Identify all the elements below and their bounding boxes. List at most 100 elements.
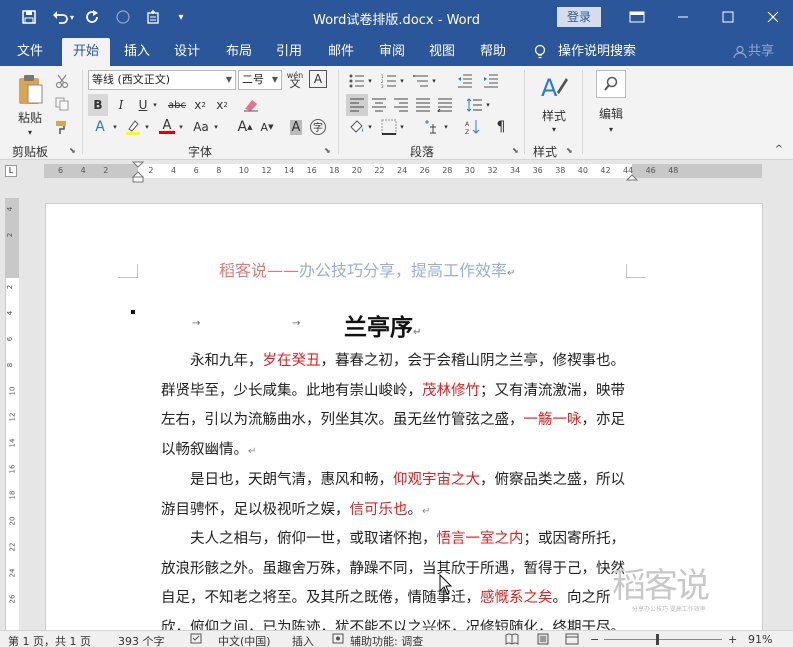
zoom-slider-thumb[interactable]: [656, 634, 660, 645]
font-name-select[interactable]: 等线 (西文正文) ▼: [88, 70, 236, 90]
sort-icon[interactable]: AZ: [462, 116, 484, 138]
char-border-icon[interactable]: A: [309, 70, 327, 88]
paragraph[interactable]: 永和九年，岁在癸丑，暮春之初，会于会稽山阴之兰亭，修禊事也。群贤毕至，少长咸集。…: [161, 347, 631, 466]
paragraph[interactable]: 是日也，天朗气清，惠风和畅，仰观宇宙之大，俯察品类之盛，所以游目骋怀，足以极视听…: [161, 466, 631, 526]
font-size-select[interactable]: 二号 ▼: [238, 70, 282, 90]
new-doc-icon[interactable]: [140, 0, 166, 34]
tab-design[interactable]: 设计: [166, 38, 208, 66]
paragraph[interactable]: 夫人之相与，俯仰一世，或取诸怀抱，悟言一室之内；或因寄所托，放浪形骸之外。虽趣舍…: [161, 525, 631, 632]
font-color-dropdown-icon[interactable]: ▾: [176, 116, 186, 138]
superscript-button[interactable]: x2: [212, 94, 232, 116]
font-color-icon[interactable]: A: [156, 116, 178, 138]
text-effects-dropdown-icon[interactable]: ▾: [110, 116, 120, 138]
grow-font-button[interactable]: A ▲: [236, 116, 254, 138]
paste-icon[interactable]: [10, 72, 50, 108]
tab-help[interactable]: 帮助: [472, 38, 514, 66]
spelling-icon[interactable]: [190, 633, 202, 647]
paragraph-launcher-icon[interactable]: ⬊: [512, 146, 519, 155]
share-person-icon[interactable]: [730, 38, 750, 66]
zoom-slider[interactable]: [604, 639, 722, 640]
change-case-dropdown-icon[interactable]: ▾: [211, 116, 221, 138]
char-shading-icon[interactable]: A: [286, 116, 306, 138]
tab-layout[interactable]: 布局: [218, 38, 260, 66]
clipboard-launcher-icon[interactable]: ⬊: [69, 146, 76, 155]
highlight-dropdown-icon[interactable]: ▾: [142, 116, 152, 138]
distributed-icon[interactable]: [434, 94, 456, 116]
align-center-icon[interactable]: [368, 94, 390, 116]
search-icon[interactable]: [596, 70, 626, 98]
accessibility-status[interactable]: 辅助功能: 调查: [350, 633, 423, 647]
read-mode-icon[interactable]: [505, 633, 519, 647]
ribbon-display-icon[interactable]: [617, 0, 657, 34]
word-count[interactable]: 393 个字: [118, 633, 165, 647]
phonetic-guide-icon[interactable]: wén 文: [284, 69, 306, 91]
styles-dropdown-icon[interactable]: ▾: [546, 118, 562, 140]
zoom-level[interactable]: 91%: [748, 633, 772, 646]
paste-dropdown-icon[interactable]: ▾: [22, 121, 38, 143]
format-painter-icon[interactable]: [52, 116, 72, 138]
show-marks-icon[interactable]: ¶: [490, 116, 512, 138]
copy-icon[interactable]: [52, 93, 72, 115]
align-right-icon[interactable]: [390, 94, 412, 116]
numbering-dropdown-icon[interactable]: ▾: [398, 70, 406, 92]
tab-mailings[interactable]: 邮件: [320, 38, 362, 66]
line-spacing-dropdown-icon[interactable]: ▾: [484, 94, 492, 116]
tab-selector-icon[interactable]: L: [5, 165, 17, 177]
print-layout-icon[interactable]: [536, 633, 550, 647]
redo-icon[interactable]: [80, 0, 106, 34]
minimize-icon[interactable]: [663, 0, 703, 34]
change-case-button[interactable]: Aa: [190, 116, 212, 138]
chinese-layout-icon[interactable]: [422, 116, 444, 138]
page-count[interactable]: 第 1 页，共 1 页: [8, 633, 91, 647]
underline-dropdown-icon[interactable]: ▾: [150, 94, 160, 116]
tab-insert[interactable]: 插入: [116, 38, 158, 66]
tab-view[interactable]: 视图: [421, 38, 463, 66]
maximize-icon[interactable]: [708, 0, 748, 34]
web-layout-icon[interactable]: [565, 633, 579, 647]
multilevel-list-icon[interactable]: [410, 70, 432, 92]
line-spacing-icon[interactable]: [464, 94, 486, 116]
insert-mode[interactable]: 插入: [292, 633, 314, 647]
save-icon[interactable]: [16, 0, 42, 34]
close-icon[interactable]: [753, 0, 793, 34]
borders-dropdown-icon[interactable]: ▾: [398, 116, 406, 138]
collapse-ribbon-icon[interactable]: ^: [772, 138, 786, 160]
editing-dropdown-icon[interactable]: ▾: [603, 118, 619, 140]
borders-icon[interactable]: [378, 116, 400, 138]
bold-button[interactable]: B: [88, 94, 108, 116]
document-title-text[interactable]: 兰亭序↵: [344, 308, 421, 342]
horizontal-ruler[interactable]: L 6 4 2 2 4 6 8 10 12 14 16 18 20 22 24 26 28 30 32 34 36 38 4…: [0, 160, 793, 183]
cut-icon[interactable]: [52, 70, 72, 92]
shrink-font-button[interactable]: A ▼: [258, 116, 276, 138]
align-left-icon[interactable]: [346, 94, 368, 116]
share-button[interactable]: 共享: [748, 38, 778, 66]
strikethrough-button[interactable]: abc: [164, 94, 190, 116]
tab-review[interactable]: 审阅: [371, 38, 413, 66]
font-launcher-icon[interactable]: ⬊: [324, 146, 331, 155]
zoom-out-icon[interactable]: −: [590, 633, 599, 646]
right-indent-marker-icon[interactable]: [626, 171, 638, 181]
bullets-icon[interactable]: [346, 70, 368, 92]
tab-file[interactable]: 文件: [8, 38, 52, 66]
chinese-layout-dropdown-icon[interactable]: ▾: [442, 116, 450, 138]
enclose-char-icon[interactable]: 字: [308, 116, 328, 138]
italic-button[interactable]: I: [112, 94, 130, 116]
tell-me-search[interactable]: 操作说明搜索: [558, 38, 638, 66]
bullets-dropdown-icon[interactable]: ▾: [366, 70, 374, 92]
undo-dropdown-icon[interactable]: ▾: [66, 0, 78, 34]
highlight-color-icon[interactable]: [122, 116, 144, 138]
increase-indent-icon[interactable]: [480, 70, 502, 92]
text-effects-icon[interactable]: A: [88, 116, 112, 138]
styles-launcher-icon[interactable]: ⬊: [566, 146, 573, 155]
indent-marker-icon[interactable]: [132, 161, 144, 183]
customize-icon[interactable]: ▾: [168, 0, 194, 34]
macro-icon[interactable]: [332, 633, 344, 647]
zoom-in-icon[interactable]: +: [728, 633, 737, 646]
tab-references[interactable]: 引用: [268, 38, 310, 66]
multilevel-dropdown-icon[interactable]: ▾: [430, 70, 438, 92]
clear-formatting-icon[interactable]: [240, 94, 262, 116]
shading-icon[interactable]: [346, 116, 368, 138]
tab-home[interactable]: 开始: [62, 38, 110, 66]
justify-icon[interactable]: [412, 94, 434, 116]
touch-mode-icon[interactable]: [110, 0, 136, 34]
